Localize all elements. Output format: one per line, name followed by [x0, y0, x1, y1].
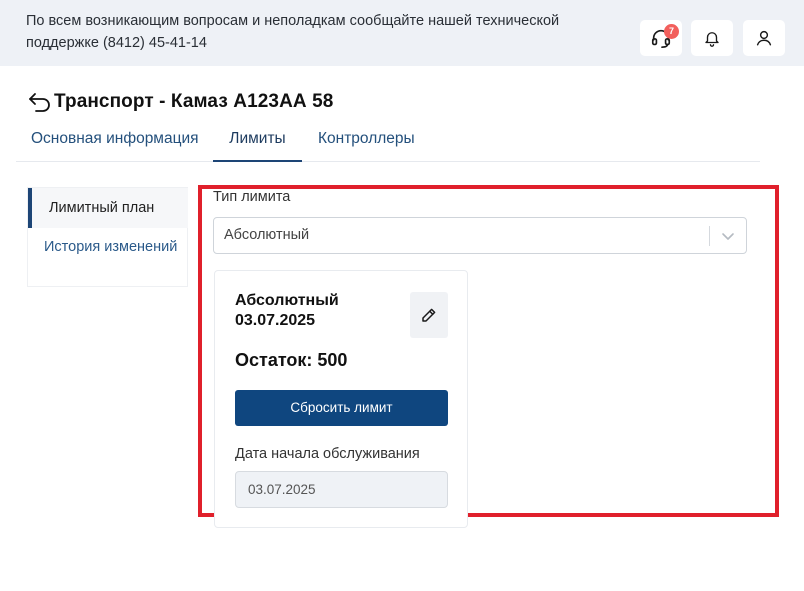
side-nav-item-history[interactable]: История изменений — [28, 236, 188, 258]
limit-type-select[interactable]: Абсолютный — [213, 217, 747, 254]
tab-limits[interactable]: Лимиты — [213, 124, 302, 162]
support-button[interactable]: 7 — [640, 20, 682, 56]
page-title: Транспорт - Камаз А123АА 58 — [54, 91, 334, 112]
support-notice: По всем возникающим вопросам и неполадка… — [26, 13, 560, 51]
page-header: Транспорт - Камаз А123АА 58 — [28, 90, 333, 114]
notifications-button[interactable] — [691, 20, 733, 56]
limit-card: Абсолютный 03.07.2025 Остаток: 500 Сброс… — [214, 270, 468, 528]
service-start-label: Дата начала обслуживания — [235, 446, 420, 462]
limit-remaining: Остаток: 500 — [235, 350, 348, 370]
top-bar: По всем возникающим вопросам и неполадка… — [0, 0, 804, 66]
tabs-bar: Основная информация Лимиты Контроллеры — [16, 124, 760, 162]
user-icon — [756, 30, 772, 46]
select-separator — [709, 226, 710, 246]
chevron-down-icon — [722, 233, 734, 240]
limit-type-label: Тип лимита — [213, 189, 291, 205]
service-start-date-field: 03.07.2025 — [235, 471, 448, 508]
bell-icon — [705, 32, 719, 47]
edit-limit-button[interactable] — [410, 292, 448, 338]
support-badge: 7 — [664, 24, 679, 39]
pencil-icon — [422, 308, 436, 322]
reset-limit-button[interactable]: Сбросить лимит — [235, 390, 448, 426]
limit-card-title: Абсолютный 03.07.2025 — [235, 292, 339, 329]
limit-type-value: Абсолютный — [224, 227, 310, 243]
side-nav: Лимитный план История изменений — [27, 187, 188, 287]
back-button[interactable] — [28, 90, 52, 114]
side-nav-item-limit-plan[interactable]: Лимитный план — [28, 188, 188, 228]
tab-main-info[interactable]: Основная информация — [31, 124, 199, 162]
tab-controllers[interactable]: Контроллеры — [318, 124, 415, 162]
profile-button[interactable] — [743, 20, 785, 56]
back-arrow-icon — [29, 93, 50, 112]
